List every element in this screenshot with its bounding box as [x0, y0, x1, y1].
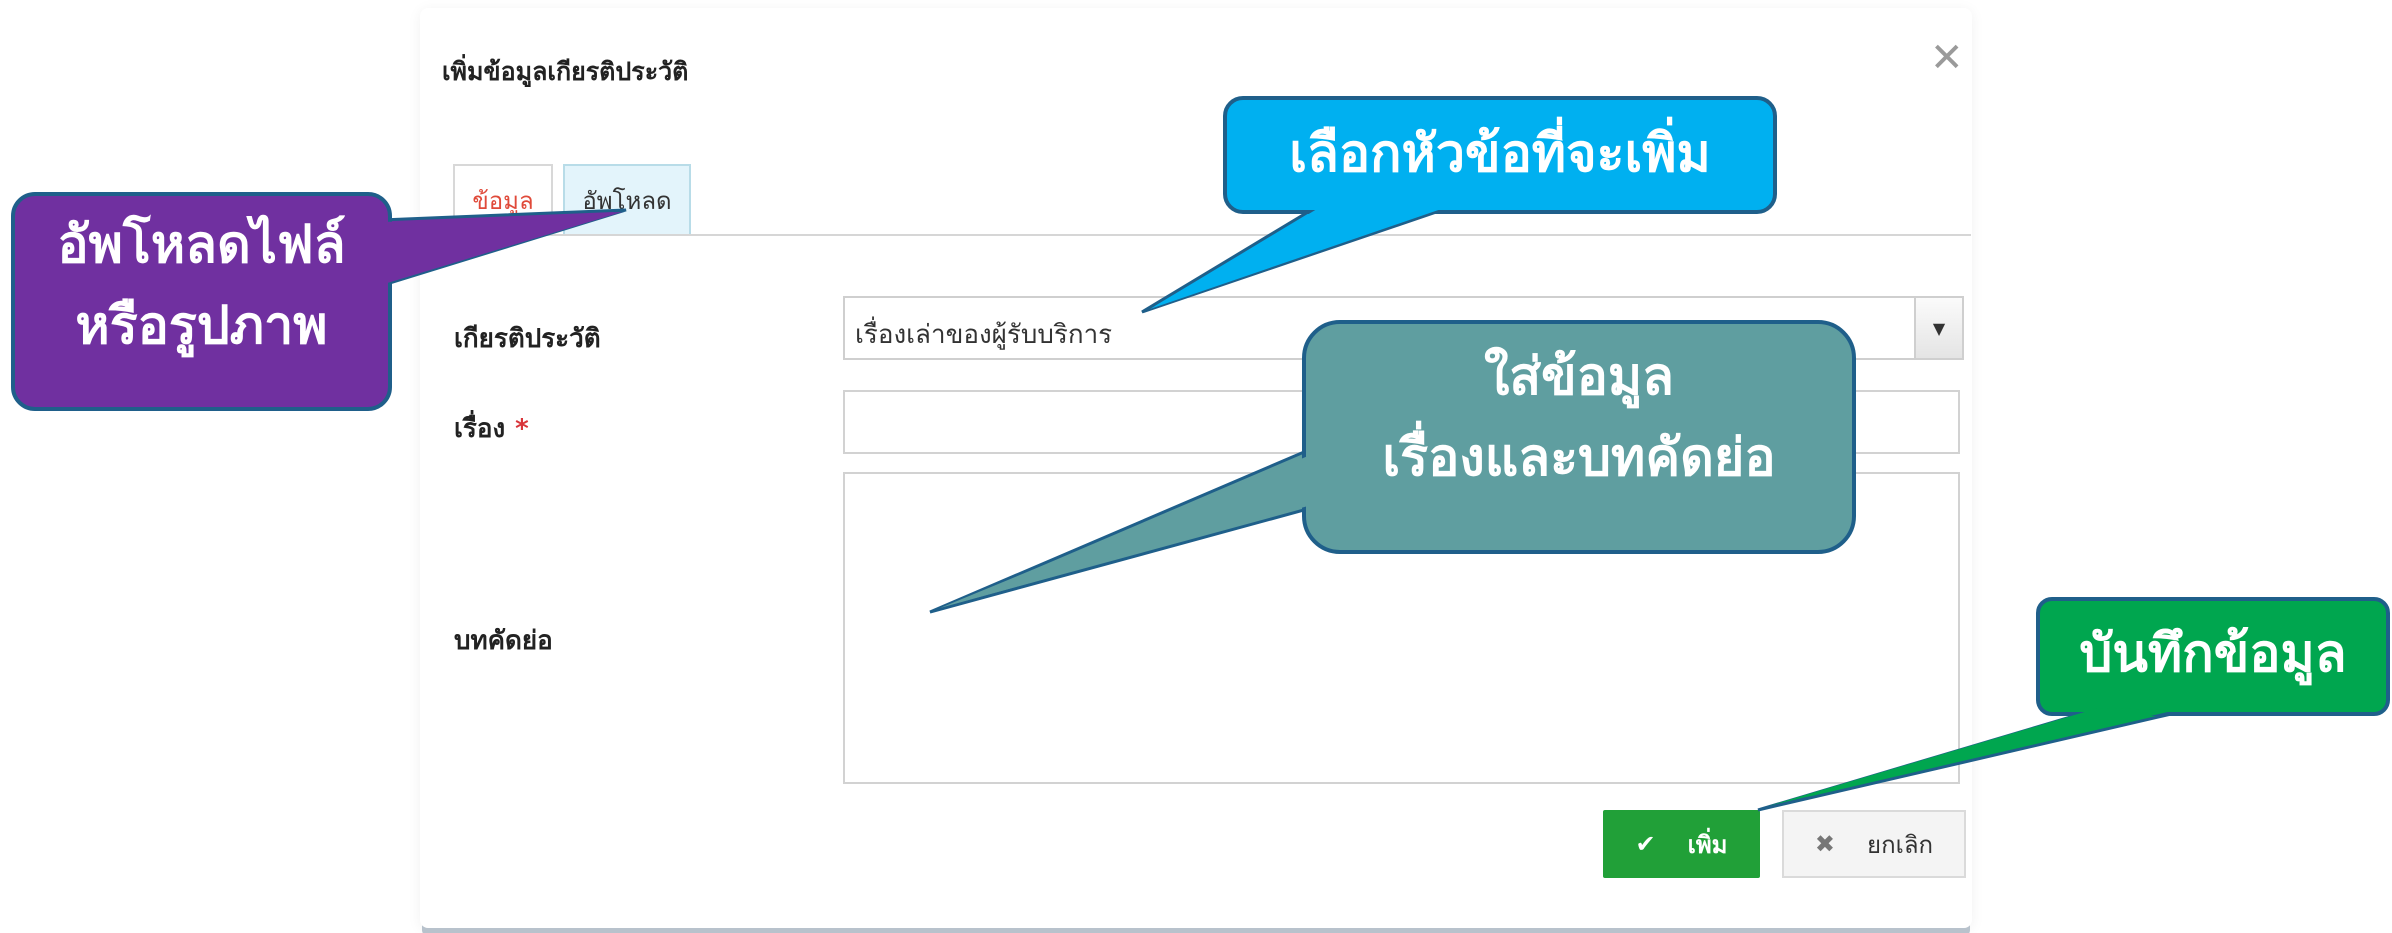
- fill-callout-text: ใส่ข้อมูล เรื่องและบทคัดย่อ: [1304, 337, 1854, 498]
- save-callout-text: บันทึกข้อมูล: [2079, 624, 2347, 684]
- fill-callout-line2: เรื่องและบทคัดย่อ: [1382, 427, 1776, 488]
- fill-callout-line1: ใส่ข้อมูล: [1483, 347, 1675, 407]
- select-callout-text: เลือกหัวข้อที่จะเพิ่ม: [1289, 124, 1711, 184]
- upload-callout-line2: หรือรูปภาพ: [75, 295, 328, 356]
- upload-callout-text: อัพโหลดไฟล์ หรือรูปภาพ: [13, 205, 390, 366]
- callout-shapes: [11, 96, 2390, 812]
- upload-callout-line1: อัพโหลดไฟล์: [57, 215, 346, 275]
